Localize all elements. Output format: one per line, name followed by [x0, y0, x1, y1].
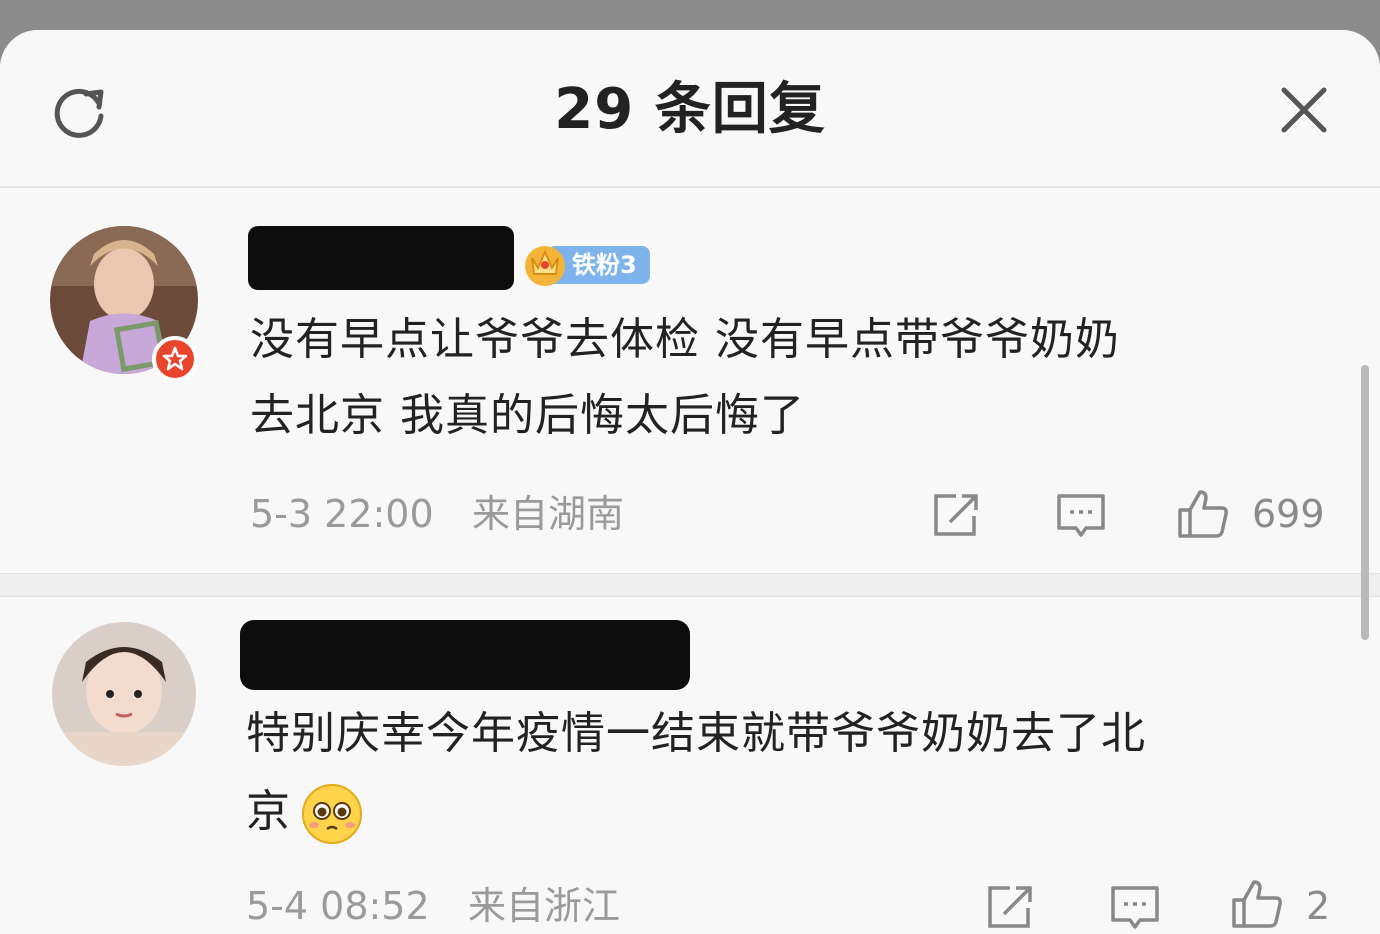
share-icon[interactable]: [984, 880, 1038, 934]
username-redacted[interactable]: [240, 620, 690, 690]
page-title: 29 条回复: [554, 77, 826, 142]
like-count: 2: [1306, 884, 1331, 928]
comment-text-line: 京: [246, 774, 363, 850]
comment-location: 来自湖南: [472, 492, 625, 536]
like-icon[interactable]: [1176, 486, 1230, 540]
comment-text-line-end: 京: [246, 786, 291, 837]
comment-location: 来自浙江: [468, 884, 621, 928]
scrollbar[interactable]: [1361, 365, 1369, 640]
replies-sheet: 29 条回复 铁粉3 没有早点让爷爷去体检 没有早点带爷爷奶奶 去北京 我真的后…: [0, 30, 1380, 934]
username-redacted[interactable]: [248, 226, 514, 290]
share-icon[interactable]: [930, 488, 984, 542]
comment-icon[interactable]: [1108, 880, 1162, 934]
verified-badge-icon: [152, 336, 198, 382]
like-icon[interactable]: [1230, 876, 1284, 930]
comment-text-line: 去北京 我真的后悔太后悔了: [250, 390, 805, 441]
comment-icon[interactable]: [1054, 488, 1108, 542]
fan-level-badge: 铁粉3: [520, 238, 652, 288]
sheet-header: 29 条回复: [0, 30, 1380, 188]
crown-icon: [520, 238, 570, 288]
comment-timestamp: 5-3 22:00: [250, 492, 434, 536]
like-count: 699: [1252, 492, 1325, 536]
comment-divider: [0, 573, 1380, 597]
comment-text-line: 特别庆幸今年疫情一结束就带爷爷奶奶去了北: [246, 708, 1146, 759]
pleading-face-emoji-icon: [301, 783, 363, 845]
comment-text-line: 没有早点让爷爷去体检 没有早点带爷爷奶奶: [250, 314, 1120, 365]
avatar[interactable]: [52, 622, 196, 766]
comment-timestamp: 5-4 08:52: [246, 884, 430, 928]
close-icon[interactable]: [1276, 82, 1332, 138]
